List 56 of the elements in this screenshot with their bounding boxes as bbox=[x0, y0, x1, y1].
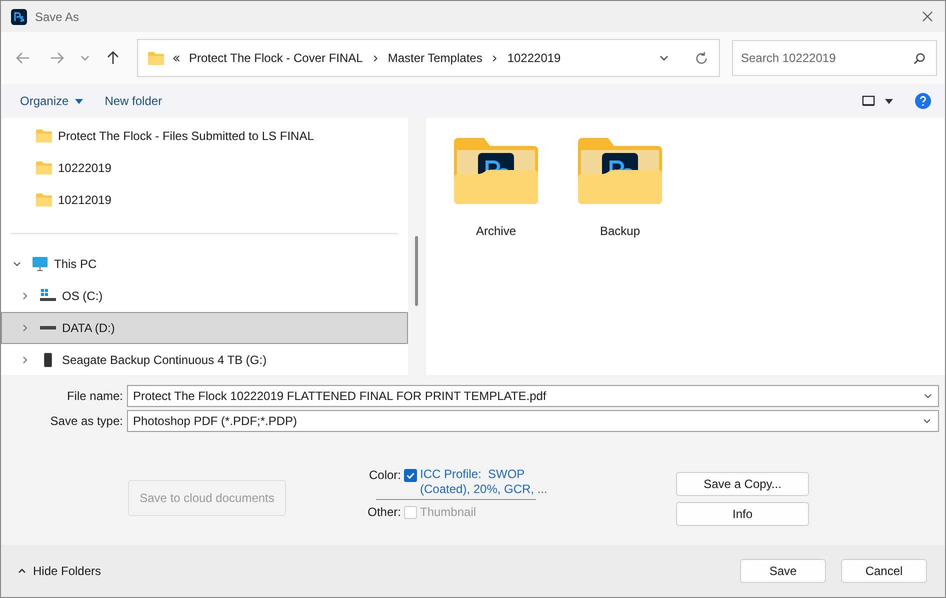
organize-button[interactable]: Organize bbox=[11, 90, 92, 112]
chevron-down-icon[interactable] bbox=[922, 416, 932, 426]
file-name-field[interactable]: Protect The Flock 10222019 FLATTENED FINAL FOR PRINT TEMPLATE.pdf bbox=[127, 385, 939, 407]
option-button[interactable]: Save a Copy... bbox=[676, 472, 809, 496]
breadcrumb[interactable]: Protect The Flock - Cover FINAL bbox=[189, 51, 363, 65]
field-label: Save as type: bbox=[49, 414, 124, 428]
option-label: Color: bbox=[368, 468, 401, 482]
folder-icon bbox=[578, 138, 662, 204]
file-type-dropdown[interactable]: Photoshop PDF (*.PDF;*.PDP) bbox=[127, 410, 939, 432]
option-label: Other: bbox=[366, 505, 401, 519]
nav-item[interactable]: DATA (D:) bbox=[1, 312, 408, 344]
nav-item[interactable]: Seagate Backup Continuous 4 TB (G:) bbox=[1, 344, 408, 376]
app-icon bbox=[11, 8, 27, 24]
address-bar[interactable]: Protect The Flock - Cover FINAL Master Templates 10222019 bbox=[137, 39, 720, 77]
nav-item[interactable]: 10212019 bbox=[1, 184, 408, 216]
checkbox[interactable] bbox=[404, 469, 417, 482]
chevron-icon[interactable] bbox=[20, 355, 30, 365]
chevron-icon[interactable] bbox=[20, 291, 30, 301]
refresh-icon[interactable] bbox=[694, 50, 709, 66]
monitor-icon bbox=[32, 257, 48, 271]
folder-icon bbox=[36, 161, 52, 175]
option-button[interactable]: Info bbox=[676, 502, 809, 526]
chevron-right-icon[interactable] bbox=[490, 54, 500, 62]
double-chevron-icon[interactable] bbox=[172, 54, 181, 62]
chevron-icon[interactable] bbox=[20, 323, 30, 333]
close-icon[interactable] bbox=[922, 11, 933, 22]
caret-icon[interactable] bbox=[885, 98, 893, 104]
search-field[interactable]: Search 10222019 bbox=[732, 40, 937, 76]
chevron-icon[interactable] bbox=[12, 259, 22, 269]
breadcrumb[interactable]: 10222019 bbox=[507, 51, 561, 65]
nav-item[interactable]: OS (C:) bbox=[1, 280, 408, 312]
new-folder-button[interactable]: New folder bbox=[96, 90, 172, 112]
breadcrumb[interactable]: Master Templates bbox=[388, 51, 482, 65]
nav-item[interactable]: Protect The Flock - Files Submitted to LS FINAL bbox=[1, 120, 408, 152]
search-icon bbox=[913, 52, 926, 65]
nav-item[interactable]: 10222019 bbox=[1, 152, 408, 184]
folder-icon bbox=[148, 52, 164, 64]
folder-icon bbox=[36, 129, 52, 143]
icc-profile-link[interactable]: ICC Profile: SWOP (Coated), 20%, GCR, ... bbox=[420, 467, 560, 497]
dialog-button[interactable]: Cancel bbox=[841, 559, 927, 583]
field-label: File name: bbox=[66, 389, 124, 403]
view-icon[interactable] bbox=[862, 95, 875, 107]
folder-icon bbox=[36, 193, 52, 207]
nav-item[interactable]: This PC bbox=[1, 248, 408, 280]
dialog-button[interactable]: Save bbox=[740, 559, 826, 583]
folder-icon bbox=[454, 138, 538, 204]
drive-icon bbox=[40, 289, 56, 303]
caret-icon[interactable] bbox=[74, 98, 83, 104]
folder-item[interactable]: Backup bbox=[578, 138, 662, 238]
folder-item[interactable]: Archive bbox=[454, 138, 538, 238]
hide-folders-button[interactable]: Hide Folders bbox=[11, 563, 108, 579]
scrollbar-thumb[interactable] bbox=[415, 236, 418, 306]
help-icon[interactable] bbox=[915, 93, 931, 109]
thumbnail-label: Thumbnail bbox=[420, 505, 476, 519]
chevron-down-icon[interactable] bbox=[923, 391, 933, 401]
window-title: Save As bbox=[35, 10, 80, 24]
